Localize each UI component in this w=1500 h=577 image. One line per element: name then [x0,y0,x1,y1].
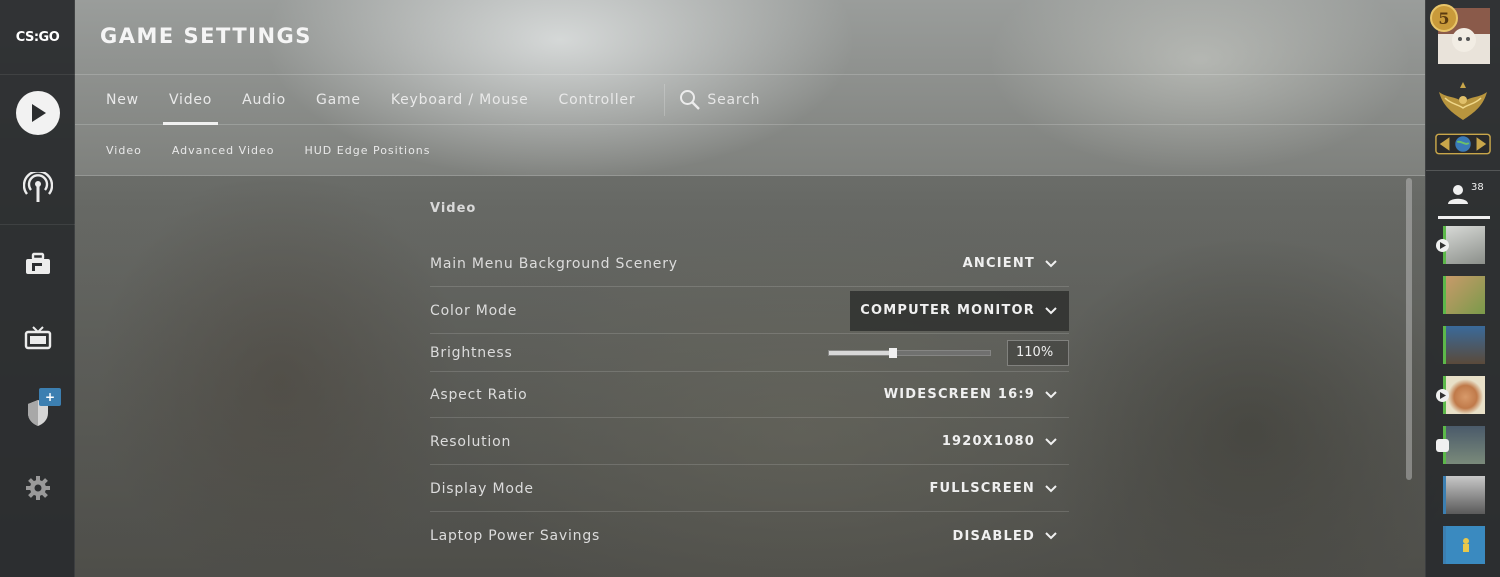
setting-label: Laptop Power Savings [430,528,601,544]
dropdown-value: ANCIENT [962,256,1035,271]
tab-video[interactable]: Video [154,75,227,125]
section-title: Video [430,201,477,216]
friends-count: 38 [1471,182,1484,193]
watch-broadcast-button[interactable] [0,150,75,225]
nav-separator [0,224,75,225]
dropdown-value: WIDESCREEN 16:9 [883,387,1035,402]
subtab-video[interactable]: Video [75,144,157,157]
operation-button[interactable] [0,375,75,450]
brightness-slider[interactable] [828,347,991,358]
setting-label: Brightness [430,344,513,361]
broadcast-icon [22,171,53,202]
dropdown-value: COMPUTER MONITOR [860,303,1035,318]
page-title: GAME SETTINGS [100,24,312,48]
chevron-down-icon [1045,532,1057,540]
slider-fill [829,350,894,355]
background-scenery-dropdown[interactable]: ANCIENT [953,244,1069,284]
search-label: Search [707,92,761,108]
friends-tab-indicator [1438,216,1490,219]
tab-new[interactable]: New [75,75,154,125]
subtab-advanced-video[interactable]: Advanced Video [157,144,290,157]
laptop-power-savings-dropdown[interactable]: DISABLED [942,516,1069,556]
eagle-rank-icon [1439,82,1487,120]
friend-avatar[interactable] [1443,526,1485,564]
watch-button[interactable] [0,300,75,375]
setting-label: Main Menu Background Scenery [430,255,678,272]
video-subtabs: Video Advanced Video HUD Edge Positions [75,125,446,175]
tab-keyboard-mouse[interactable]: Keyboard / Mouse [376,75,544,125]
globe-rank-icon [1435,133,1491,155]
dropdown-value: 1920X1080 [941,434,1035,449]
setting-row-display-mode: Display Mode FULLSCREEN [430,466,1069,512]
setting-row-aspect-ratio: Aspect Ratio WIDESCREEN 16:9 [430,372,1069,418]
friend-avatar[interactable] [1443,376,1485,414]
csgo-logo[interactable]: CS:GO [0,0,75,75]
tab-game[interactable]: Game [301,75,376,125]
chevron-down-icon [1045,484,1057,492]
resolution-dropdown[interactable]: 1920X1080 [932,422,1069,462]
play-icon [15,90,60,135]
chevron-down-icon [1045,259,1057,267]
brightness-control: 110% [828,339,1069,366]
settings-button[interactable] [0,450,75,525]
chat-status-icon [1436,439,1449,452]
briefcase-icon [25,252,50,274]
search-button[interactable]: Search [679,89,760,111]
chevron-down-icon [1045,306,1057,314]
color-mode-dropdown[interactable]: COMPUTER MONITOR [850,290,1069,331]
friend-avatar[interactable] [1443,226,1485,264]
dropdown-value: FULLSCREEN [929,481,1035,496]
setting-label: Resolution [430,433,512,450]
level-badge: 5 [1430,4,1458,32]
play-status-icon [1436,389,1449,402]
tab-divider [664,84,666,116]
left-nav: CS:GO + [0,0,75,577]
slider-thumb[interactable] [889,347,898,358]
scrollbar[interactable] [1406,178,1412,480]
avatar-figure-icon [1462,538,1469,552]
setting-row-color-mode: Color Mode COMPUTER MONITOR [430,288,1069,334]
display-mode-dropdown[interactable]: FULLSCREEN [919,469,1069,509]
friend-avatar[interactable] [1443,426,1485,464]
aspect-ratio-dropdown[interactable]: WIDESCREEN 16:9 [874,375,1069,415]
inventory-button[interactable] [0,226,75,301]
friend-avatar[interactable] [1443,326,1485,364]
rank-emblem[interactable] [1434,76,1492,126]
friends-button[interactable]: 38 [1446,182,1484,206]
setting-row-laptop-power-savings: Laptop Power Savings DISABLED [430,513,1069,559]
setting-label: Aspect Ratio [430,386,528,403]
setting-label: Color Mode [430,302,518,319]
friend-avatar[interactable] [1443,276,1485,314]
person-icon [1448,185,1468,204]
subtab-hud-edge-positions[interactable]: HUD Edge Positions [289,144,445,157]
skill-group-badge[interactable] [1434,130,1492,158]
right-divider [1426,170,1500,171]
setting-row-brightness: Brightness 110% [430,334,1069,372]
dropdown-value: DISABLED [952,528,1035,544]
friend-avatar[interactable] [1443,476,1485,514]
play-status-icon [1436,239,1449,252]
gear-icon [25,475,50,500]
tab-audio[interactable]: Audio [227,75,301,125]
chevron-down-icon [1045,437,1057,445]
play-button[interactable] [0,75,75,150]
tab-controller[interactable]: Controller [544,75,651,125]
setting-row-background-scenery: Main Menu Background Scenery ANCIENT [430,241,1069,287]
chevron-down-icon [1045,390,1057,398]
setting-label: Display Mode [430,480,534,497]
brightness-value-input[interactable]: 110% [1007,339,1069,366]
settings-tabs: New Video Audio Game Keyboard / Mouse Co… [75,75,760,125]
setting-row-resolution: Resolution 1920X1080 [430,419,1069,465]
tv-icon [24,325,51,349]
search-icon [680,90,701,110]
plus-icon: + [39,388,61,406]
